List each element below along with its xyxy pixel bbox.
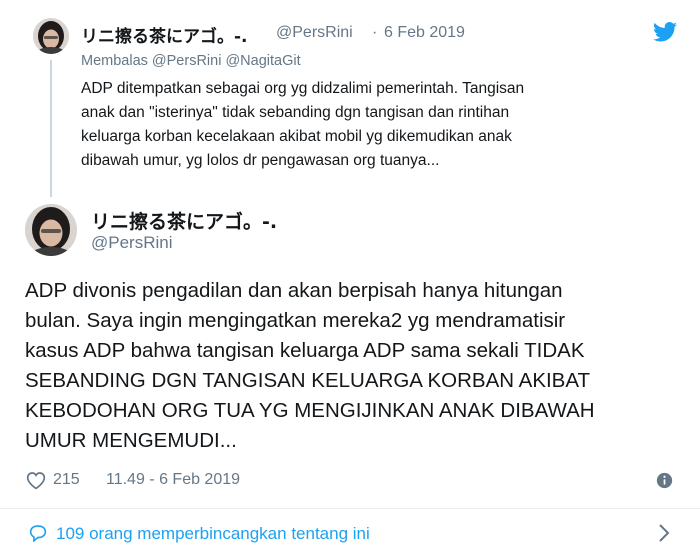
main-text-line: kasus ADP bahwa tangisan keluarga ADP sa… — [25, 339, 585, 362]
reply-display-name[interactable]: リニ擦る茶にアゴ。-. — [81, 22, 248, 47]
like-button[interactable]: 215 — [26, 470, 90, 492]
info-icon[interactable] — [656, 472, 673, 494]
main-text-line: UMUR MENGEMUDI... — [25, 429, 237, 452]
reply-text-line: ADP ditempatkan sebagai org yg didzalimi… — [81, 80, 525, 97]
main-text-line: KEBODOHAN ORG TUA YG MENGIJINKAN ANAK DI… — [25, 399, 595, 422]
reply-handle[interactable]: @PersRini — [276, 24, 353, 42]
main-text-line: bulan. Saya ingin mengingatkan mereka2 y… — [25, 309, 566, 332]
heart-icon — [26, 471, 46, 495]
reply-text-line: anak dan "isterinya" tidak sebanding dgn… — [81, 104, 510, 121]
main-text-line: SEBANDING DGN TANGISAN KELUARGA KORBAN A… — [25, 369, 591, 392]
twitter-bird-icon[interactable] — [653, 22, 677, 42]
conversation-text: 109 orang memperbincangkan tentang ini — [56, 524, 370, 543]
reply-separator: · — [372, 24, 378, 41]
reply-replying-to[interactable]: Membalas @PersRini @NagitaGit — [81, 53, 301, 69]
reply-avatar[interactable] — [33, 18, 69, 54]
reply-text: ADP ditempatkan sebagai org yg didzalimi… — [81, 77, 681, 173]
like-count: 215 — [53, 471, 80, 488]
reply-date[interactable]: 6 Feb 2019 — [384, 24, 465, 42]
reply-text-line: dibawah umur, yg lolos dr pengawasan org… — [81, 152, 440, 169]
tweet-timestamp[interactable]: 11.49 - 6 Feb 2019 — [106, 471, 240, 489]
main-handle[interactable]: @PersRini — [91, 233, 173, 253]
main-avatar[interactable] — [25, 204, 77, 256]
conversation-link[interactable]: 109 orang memperbincangkan tentang ini — [28, 524, 678, 548]
thread-connector-line — [50, 60, 52, 197]
main-display-name[interactable]: リニ擦る茶にアゴ。-. — [91, 207, 277, 234]
chevron-right-icon — [658, 524, 670, 547]
reply-text-line: keluarga korban kecelakaan akibat mobil … — [81, 128, 512, 145]
main-text-line: ADP divonis pengadilan dan akan berpisah… — [25, 279, 563, 302]
main-tweet-text: ADP divonis pengadilan dan akan berpisah… — [25, 276, 685, 456]
speech-bubble-icon — [28, 524, 48, 547]
footer-divider — [0, 508, 700, 509]
